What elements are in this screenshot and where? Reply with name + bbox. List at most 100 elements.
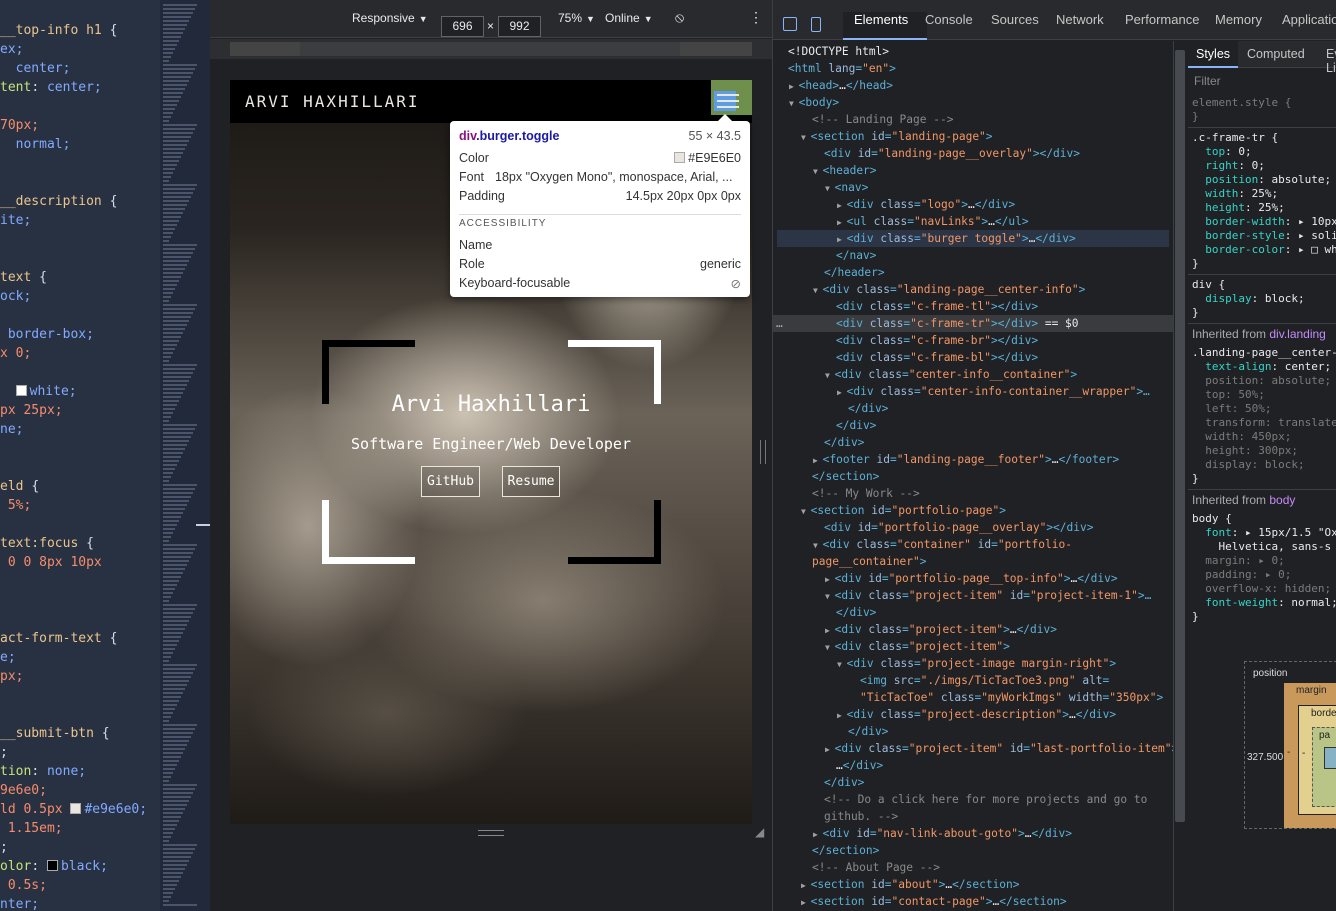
- dom-node[interactable]: <div id="portfolio-page__overlay"></div>: [824, 519, 1093, 537]
- dom-scrollbar-thumb[interactable]: [1175, 50, 1185, 822]
- expand-right-icon[interactable]: ▶: [825, 745, 835, 754]
- dom-node[interactable]: ▼ <section id="landing-page">: [801, 128, 993, 146]
- dom-node[interactable]: ▶ <head>…</head>: [789, 77, 893, 95]
- dom-node[interactable]: ▼ <div class="project-image margin-right…: [837, 655, 1116, 673]
- tab-sources[interactable]: Sources: [991, 12, 1039, 27]
- dom-node[interactable]: ▼ <section id="portfolio-page">: [801, 502, 1006, 520]
- style-declaration[interactable]: overflow-x: hidden;: [1192, 582, 1331, 596]
- expand-down-icon[interactable]: ▼: [789, 99, 799, 108]
- dom-node[interactable]: ▼ <div class="landing-page__center-info"…: [813, 281, 1085, 299]
- color-swatch[interactable]: [46, 860, 58, 871]
- code-line[interactable]: normal;: [0, 135, 71, 154]
- code-line[interactable]: __description {: [0, 192, 117, 211]
- ruler-segment[interactable]: [230, 42, 752, 56]
- style-declaration[interactable]: top: 0;: [1192, 145, 1251, 159]
- dom-node[interactable]: <img src="./imgs/TicTacToe3.png" alt=: [860, 672, 1109, 690]
- css-source[interactable]: __top-info h1 {ex; center; tent: center; 7…: [0, 0, 160, 911]
- inspect-element-icon[interactable]: [783, 17, 797, 31]
- color-swatch[interactable]: [15, 385, 27, 396]
- zoom-select[interactable]: 75% ▼: [558, 11, 595, 25]
- style-declaration[interactable]: transform: translate: [1192, 416, 1336, 430]
- expand-right-icon[interactable]: ▶: [813, 830, 823, 839]
- dom-node[interactable]: ▶ <div class="logo">…</div>: [837, 196, 1015, 214]
- style-declaration[interactable]: padding: ▸ 0;: [1192, 568, 1291, 582]
- code-line[interactable]: x 0;: [0, 344, 31, 363]
- dom-node[interactable]: ▶ <footer id="landing-page__footer">…</f…: [813, 451, 1119, 469]
- dom-node[interactable]: ▼ <div class="container" id="portfolio-: [813, 536, 1072, 554]
- code-line[interactable]: 0.5s;: [0, 876, 47, 895]
- code-line[interactable]: ock;: [0, 287, 31, 306]
- code-line[interactable]: 9e6e0;: [0, 781, 47, 800]
- site-logo[interactable]: ARVI HAXHILLARI: [245, 92, 420, 111]
- dom-node[interactable]: ▼ <body>: [789, 94, 839, 112]
- dom-node[interactable]: <div id="landing-page__overlay"></div>: [824, 145, 1080, 163]
- dom-node[interactable]: ▶ <div class="burger toggle">…</div>: [837, 230, 1076, 248]
- code-line[interactable]: act-form-text {: [0, 629, 117, 648]
- code-line[interactable]: olor: black;: [0, 857, 108, 876]
- dom-node[interactable]: </div>: [836, 604, 876, 622]
- dom-node[interactable]: <!-- Landing Page -->: [812, 111, 953, 129]
- editor-minimap[interactable]: [160, 0, 210, 911]
- expand-down-icon[interactable]: ▼: [825, 592, 835, 601]
- tab-network[interactable]: Network: [1056, 12, 1104, 27]
- device-toggle-icon[interactable]: [811, 17, 821, 32]
- dom-node[interactable]: ▼ <div class="project-item" id="project-…: [825, 587, 1151, 605]
- dom-node[interactable]: <html lang="en">: [788, 60, 896, 78]
- style-declaration[interactable]: }: [1192, 257, 1199, 271]
- expand-right-icon[interactable]: ▶: [837, 218, 847, 227]
- style-declaration[interactable]: }: [1192, 472, 1199, 486]
- network-throttle-select[interactable]: Online ▼: [605, 11, 653, 25]
- style-declaration[interactable]: }: [1192, 110, 1199, 124]
- tab-application[interactable]: Application: [1282, 12, 1336, 27]
- code-line[interactable]: px 25px;: [0, 401, 63, 420]
- dom-node[interactable]: ▶ <div class="center-info-container__wra…: [837, 383, 1150, 401]
- code-line[interactable]: white;: [0, 382, 77, 401]
- tab-performance[interactable]: Performance: [1125, 12, 1199, 27]
- styles-tab-event-listeners[interactable]: Event Listeners: [1326, 47, 1336, 75]
- expand-down-icon[interactable]: ▼: [801, 133, 811, 142]
- expand-right-icon[interactable]: ▶: [837, 388, 847, 397]
- style-declaration[interactable]: height: 300px;: [1192, 444, 1298, 458]
- style-declaration[interactable]: border-color: ▸ □ white: [1192, 243, 1336, 257]
- style-declaration[interactable]: width: 450px;: [1192, 430, 1291, 444]
- node-actions-icon[interactable]: …: [776, 315, 783, 332]
- expand-down-icon[interactable]: ▼: [837, 660, 847, 669]
- code-line[interactable]: ex;: [0, 40, 23, 59]
- code-line[interactable]: text:focus {: [0, 534, 94, 553]
- dom-node[interactable]: </header>: [824, 264, 885, 282]
- dom-node[interactable]: <!-- Do a click here for more projects a…: [824, 791, 1147, 809]
- styles-tab-computed[interactable]: Computed: [1247, 47, 1305, 61]
- code-line[interactable]: 1.15em;: [0, 819, 63, 838]
- style-declaration[interactable]: text-align: center;: [1192, 360, 1331, 374]
- style-declaration[interactable]: .landing-page__center-: [1192, 346, 1336, 360]
- style-declaration[interactable]: margin: ▸ 0;: [1192, 554, 1284, 568]
- color-swatch[interactable]: [70, 803, 82, 814]
- dom-node[interactable]: page__container">: [812, 553, 927, 571]
- style-declaration[interactable]: width: 25%;: [1192, 187, 1278, 201]
- expand-down-icon[interactable]: ▼: [813, 286, 823, 295]
- code-line[interactable]: text {: [0, 268, 47, 287]
- expand-right-icon[interactable]: ▶: [825, 575, 835, 584]
- dom-node[interactable]: </nav>: [836, 247, 876, 265]
- expand-right-icon[interactable]: ▶: [837, 201, 847, 210]
- code-line[interactable]: __top-info h1 {: [0, 21, 117, 40]
- dom-node[interactable]: ▶ <div id="nav-link-about-goto">…</div>: [813, 825, 1072, 843]
- expand-right-icon[interactable]: ▶: [789, 82, 799, 91]
- dom-node[interactable]: <div class="c-frame-br"></div>: [836, 332, 1038, 350]
- code-line[interactable]: tent: center;: [0, 78, 102, 97]
- style-declaration[interactable]: element.style {: [1192, 96, 1291, 110]
- burger-toggle[interactable]: [711, 80, 752, 115]
- style-declaration[interactable]: font-weight: normal;: [1192, 596, 1336, 610]
- code-line[interactable]: border-box;: [0, 325, 94, 344]
- expand-right-icon[interactable]: ▶: [801, 881, 811, 890]
- tab-elements[interactable]: Elements: [854, 12, 908, 27]
- viewport-height-input[interactable]: 992: [498, 16, 541, 37]
- dom-node[interactable]: ▶ <div class="project-item" id="last-por…: [825, 740, 1173, 758]
- dom-node[interactable]: ▼ <nav>: [825, 179, 868, 197]
- code-line[interactable]: center;: [0, 59, 71, 78]
- side-resize-handle[interactable]: [760, 440, 766, 464]
- dom-node[interactable]: ▼ <div class="project-item">: [825, 638, 1010, 656]
- styles-tab-styles[interactable]: Styles: [1196, 47, 1230, 61]
- corner-resize-icon[interactable]: ◢: [755, 825, 764, 839]
- dom-node[interactable]: ▶ <section id="contact-page">…</section>: [801, 893, 1067, 911]
